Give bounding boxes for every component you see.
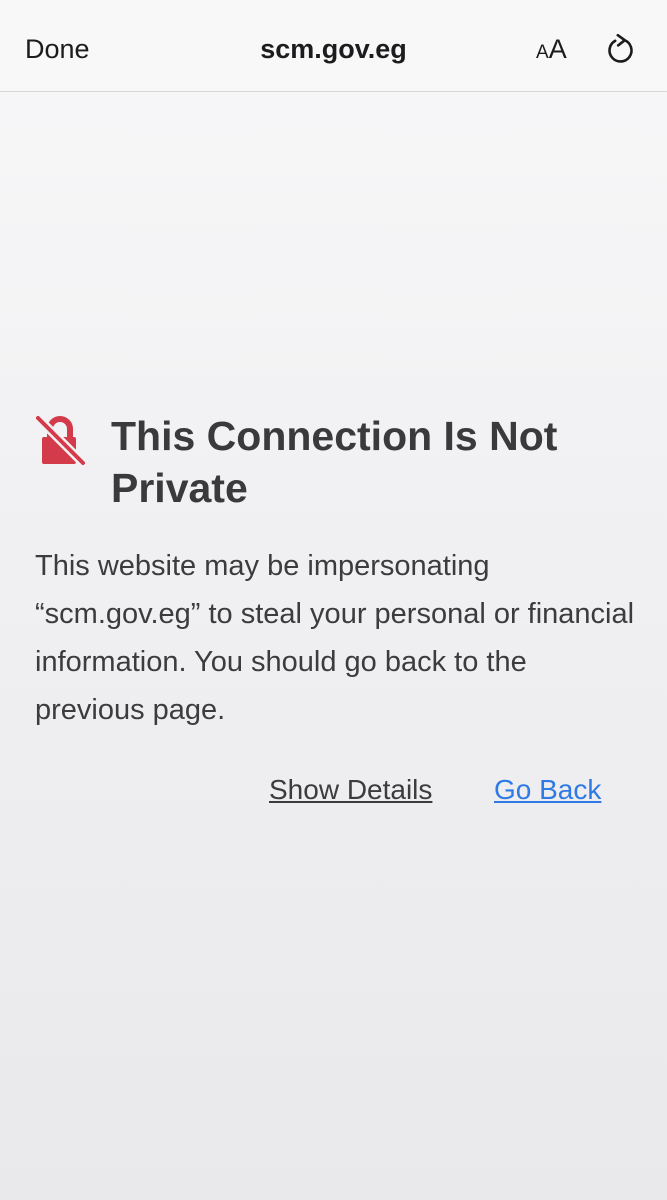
warning-title: This Connection Is Not Private	[111, 413, 558, 511]
lock-slash-icon	[35, 414, 87, 466]
warning-message: This website may be impersonating “scm.g…	[35, 550, 635, 726]
reload-icon	[608, 33, 633, 63]
text-size-button[interactable]: AA	[536, 31, 567, 67]
browser-toolbar: Done scm.gov.eg AA	[0, 0, 667, 92]
text-size-small-glyph: A	[536, 42, 549, 63]
show-details-link[interactable]: Show Details	[269, 772, 432, 808]
page-url-title: scm.gov.eg	[260, 34, 407, 64]
go-back-link[interactable]: Go Back	[494, 772, 601, 808]
text-size-large-glyph: A	[548, 34, 567, 64]
reload-button[interactable]	[605, 32, 637, 66]
